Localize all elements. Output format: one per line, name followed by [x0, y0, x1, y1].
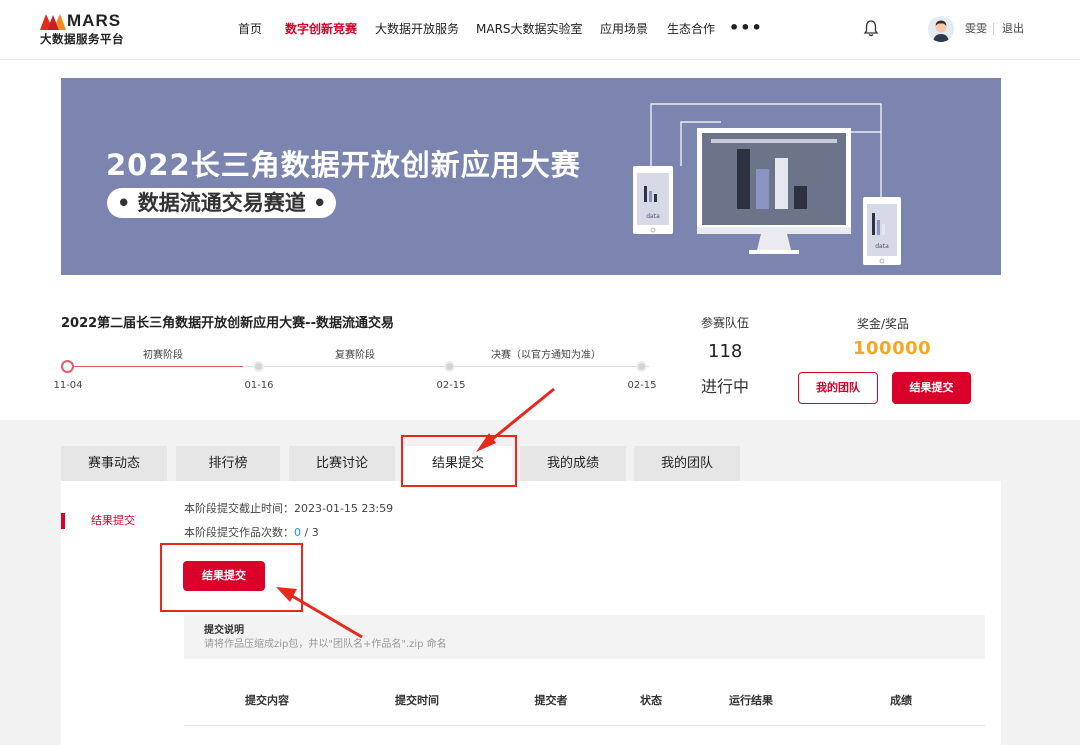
table-header-divider [184, 725, 985, 726]
deadline-label: 本阶段提交截止时间： [184, 502, 294, 515]
stage-date-end: 02-15 [627, 380, 657, 391]
nav-digital-competition[interactable]: 数字创新竞赛 [285, 20, 357, 38]
my-team-button[interactable]: 我的团队 [798, 372, 878, 404]
tab-leaderboard[interactable]: 排行榜 [176, 446, 280, 481]
tab-discussion[interactable]: 比赛讨论 [289, 446, 395, 481]
competition-title: 2022第二届长三角数据开放创新应用大赛--数据流通交易 [61, 316, 394, 331]
timeline-progress [73, 366, 243, 367]
count-used: 0 [294, 526, 301, 539]
prize-label: 奖金/奖品 [857, 317, 910, 331]
col-submitter: 提交者 [534, 694, 568, 707]
notice-body: 请将作品压缩成zip包，并以"团队名+作品名".zip 命名 [204, 639, 447, 650]
col-status: 状态 [640, 694, 662, 707]
tablet-right-label: data [875, 243, 889, 250]
mars-logo[interactable]: MARS 大数据服务平台 [40, 12, 135, 48]
stage-date-semifinal: 01-16 [244, 380, 274, 391]
stage-label-semifinal: 复赛阶段 [335, 350, 375, 361]
teams-count: 118 [708, 341, 743, 362]
count-total: 3 [311, 526, 319, 539]
logout-link[interactable]: 退出 [1002, 21, 1024, 37]
count-separator: / [301, 526, 312, 539]
tab-my-team[interactable]: 我的团队 [634, 446, 740, 481]
col-run-result: 运行结果 [729, 694, 773, 707]
submission-count-info: 本阶段提交作品次数：0 / 3 [184, 526, 319, 540]
nav-open-data-service[interactable]: 大数据开放服务 [375, 20, 459, 38]
nav-ecosystem[interactable]: 生态合作 [667, 20, 715, 38]
timeline-node-end [636, 361, 647, 372]
tab-my-score[interactable]: 我的成绩 [520, 446, 626, 481]
header-divider [993, 23, 994, 35]
stage-label-final: 决赛（以官方通知为准） [491, 350, 601, 361]
nav-more-icon[interactable]: ••• [729, 19, 763, 37]
count-label: 本阶段提交作品次数： [184, 526, 294, 539]
deadline-value: 2023-01-15 23:59 [294, 502, 394, 515]
competition-banner: 2022长三角数据开放创新应用大赛 • 数据流通交易赛道 • data data [61, 78, 1001, 275]
teams-label: 参赛队伍 [701, 316, 750, 330]
submit-result-button-top[interactable]: 结果提交 [892, 372, 971, 404]
timeline-node-start [61, 360, 74, 373]
banner-track: • 数据流通交易赛道 • [107, 188, 337, 218]
side-menu-indicator [61, 513, 65, 529]
competition-status: 进行中 [701, 377, 750, 396]
bell-icon[interactable] [862, 19, 880, 37]
stage-date-start: 11-04 [53, 380, 83, 391]
side-menu-submit-result[interactable]: 结果提交 [91, 514, 135, 528]
logo-subtitle: 大数据服务平台 [40, 32, 124, 46]
tab-news[interactable]: 赛事动态 [61, 446, 167, 481]
nav-home[interactable]: 首页 [238, 20, 262, 38]
timeline-node-final [444, 361, 455, 372]
col-time: 提交时间 [395, 694, 439, 707]
username[interactable]: 雯雯 [965, 21, 987, 37]
nav-mars-lab[interactable]: MARS大数据实验室 [476, 20, 583, 38]
data-devices-illustration: data data [633, 103, 901, 265]
stage-label-preliminary: 初赛阶段 [143, 350, 183, 361]
user-avatar-icon [928, 16, 954, 42]
logo-text: MARS [67, 11, 122, 30]
stage-date-final: 02-15 [436, 380, 466, 391]
annotation-box-tab [401, 435, 517, 487]
mars-logo-icon [40, 14, 66, 30]
top-header: MARS 大数据服务平台 首页 数字创新竞赛 大数据开放服务 MARS大数据实验… [0, 0, 1080, 60]
deadline-info: 本阶段提交截止时间：2023-01-15 23:59 [184, 502, 393, 516]
avatar[interactable] [928, 16, 954, 42]
col-score: 成绩 [890, 694, 912, 707]
annotation-box-button [160, 543, 303, 612]
col-content: 提交内容 [245, 694, 289, 707]
submission-panel [61, 481, 1001, 745]
submission-notice: 提交说明 请将作品压缩成zip包，并以"团队名+作品名".zip 命名 [184, 615, 985, 659]
banner-title: 2022长三角数据开放创新应用大赛 [106, 148, 581, 182]
nav-scenarios[interactable]: 应用场景 [600, 20, 648, 38]
prize-value: 100000 [853, 338, 932, 359]
timeline-node-semifinal [253, 361, 264, 372]
tablet-left-label: data [646, 213, 660, 220]
notice-title: 提交说明 [204, 625, 244, 636]
stage-timeline: 初赛阶段 复赛阶段 决赛（以官方通知为准） 11-04 01-16 02-15 … [53, 350, 660, 395]
